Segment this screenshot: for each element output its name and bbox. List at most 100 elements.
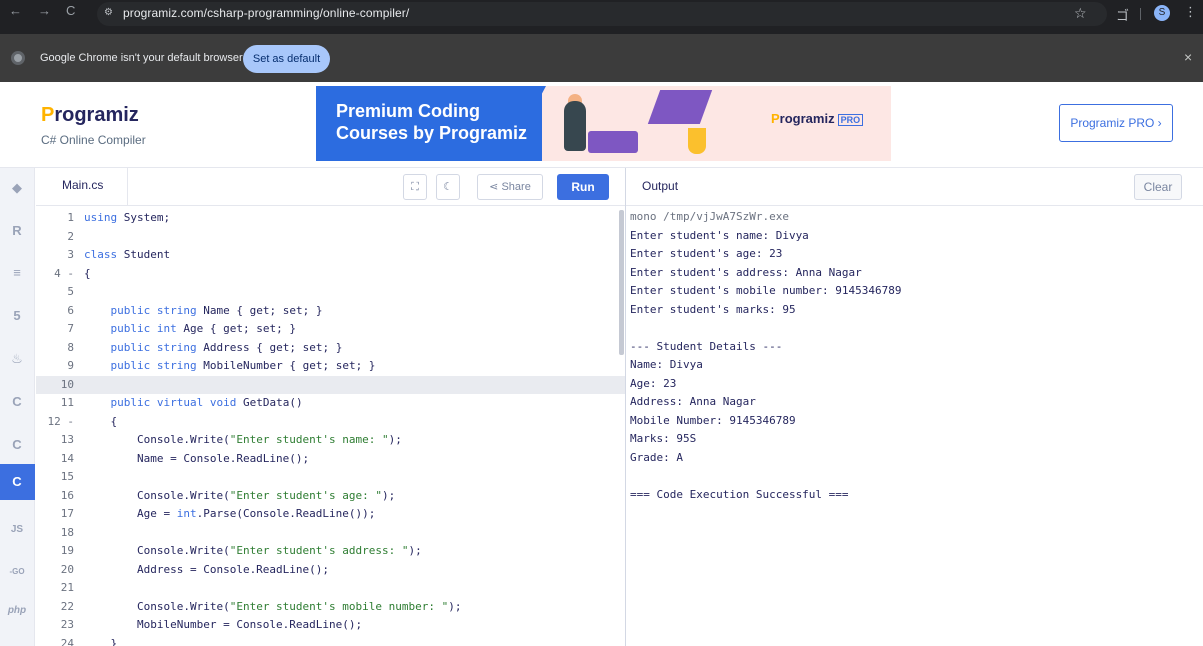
line-number: 21 — [60, 581, 74, 594]
pane-splitter[interactable] — [625, 168, 626, 646]
illustration-books — [588, 131, 638, 153]
extensions-icon[interactable]: ゴ — [1116, 5, 1129, 24]
file-tab-main[interactable]: Main.cs — [36, 168, 128, 206]
code-line[interactable]: 17 Age = int.Parse(Console.ReadLine()); — [36, 505, 625, 524]
sql-icon[interactable]: ≡ — [7, 263, 27, 283]
line-code: public int Age { get; set; } — [110, 322, 296, 335]
html-icon[interactable]: 5 — [7, 306, 27, 326]
browser-menu-icon[interactable]: ⋮ — [1184, 4, 1197, 20]
csharp-icon[interactable]: C — [7, 472, 27, 492]
output-line: Enter student's age: 23 — [630, 247, 783, 260]
line-code: using System; — [84, 211, 171, 224]
cpp-icon[interactable]: C — [7, 435, 27, 455]
code-line[interactable]: 4 - { — [36, 265, 625, 284]
code-line[interactable]: 12 - { — [36, 413, 625, 432]
code-line[interactable]: 21 — [36, 579, 625, 598]
profile-avatar[interactable]: S — [1154, 5, 1170, 21]
go-icon[interactable]: -GO — [7, 562, 27, 582]
line-code: public virtual void GetData() — [110, 396, 303, 409]
banner-title-line2: Courses by Programiz — [336, 123, 528, 143]
set-default-button[interactable]: Set as default — [243, 45, 330, 73]
code-line[interactable]: 15 — [36, 468, 625, 487]
output-line: Enter student's mobile number: 914534678… — [630, 284, 902, 297]
code-line[interactable]: 18 — [36, 524, 625, 543]
code-line[interactable]: 5 — [36, 283, 625, 302]
code-line[interactable]: 24 } — [36, 635, 625, 646]
infobar-message: Google Chrome isn't your default browser — [40, 52, 243, 64]
line-number: 20 — [60, 562, 74, 576]
code-line[interactable]: 3 class Student — [36, 246, 625, 265]
line-code: Name = Console.ReadLine(); — [84, 451, 310, 465]
illustration-person — [564, 101, 586, 151]
promo-banner[interactable]: Premium Coding Courses by Programiz Prog… — [316, 86, 891, 161]
url-text[interactable]: programiz.com/csharp-programming/online-… — [123, 6, 409, 20]
c-icon[interactable]: C — [7, 392, 27, 412]
code-line[interactable]: 19 Console.Write("Enter student's addres… — [36, 542, 625, 561]
php-icon[interactable]: php — [7, 601, 27, 621]
infobar-close-icon[interactable]: × — [1184, 49, 1192, 65]
line-number: 13 — [60, 433, 74, 446]
output-line: Age: 23 — [630, 376, 677, 390]
code-line[interactable]: 7 public int Age { get; set; } — [36, 320, 625, 339]
output-console[interactable]: mono /tmp/vjJwA7SzWr.exe Enter student's … — [630, 207, 1200, 646]
code-line[interactable]: 1 using System; — [36, 209, 625, 228]
illustration-graduation-cap — [647, 90, 713, 124]
code-line[interactable]: 22 Console.Write("Enter student's mobile… — [36, 598, 625, 617]
clear-button[interactable]: Clear — [1134, 174, 1182, 200]
code-line[interactable]: 14 Name = Console.ReadLine(); — [36, 450, 625, 469]
site-info-icon[interactable]: ⚙ — [104, 7, 116, 18]
line-code: class Student — [84, 248, 171, 261]
line-number: 15 — [60, 470, 74, 483]
output-line: === Code Execution Successful === — [630, 487, 849, 501]
line-number: 1 — [67, 211, 74, 224]
line-code: Console.Write("Enter student's name: "); — [84, 433, 402, 446]
line-code: public string Address { get; set; } — [110, 340, 343, 354]
run-button[interactable]: Run — [557, 174, 609, 200]
line-code: public string MobileNumber { get; set; } — [110, 359, 376, 372]
r-icon[interactable]: R — [7, 221, 27, 241]
code-line[interactable]: 16 Console.Write("Enter student's age: "… — [36, 487, 625, 506]
programiz-logo[interactable]: Programiz — [41, 104, 139, 127]
line-number: 6 — [67, 303, 74, 317]
line-number: 2 — [67, 229, 74, 243]
back-icon[interactable]: ← — [9, 3, 22, 18]
code-line[interactable]: 11 public virtual void GetData() — [36, 394, 625, 413]
code-line[interactable]: 2 — [36, 228, 625, 247]
bookmark-star-icon[interactable]: ☆ — [1074, 5, 1087, 22]
forward-icon[interactable]: → — [38, 3, 51, 18]
share-button[interactable]: ⋖ Share — [477, 174, 543, 200]
javascript-icon[interactable]: JS — [7, 520, 27, 540]
code-line[interactable]: 6 public string Name { get; set; } — [36, 302, 625, 321]
code-line[interactable]: 8 public string Address { get; set; } — [36, 339, 625, 358]
output-line: Address: Anna Nagar — [630, 395, 756, 408]
banner-brand: Programiz PRO — [771, 111, 864, 126]
code-editor[interactable]: 1 using System; 2 3 class Student 4 -{5 6 publ… — [36, 207, 625, 646]
code-line[interactable]: 23 MobileNumber = Console.ReadLine(); — [36, 616, 625, 635]
logo-mark: P — [41, 104, 55, 126]
output-line: mono /tmp/vjJwA7SzWr.exe — [630, 210, 789, 223]
line-number: 14 — [60, 451, 74, 465]
python-icon[interactable]: ◆ — [7, 178, 27, 198]
line-number: 3 — [67, 248, 74, 261]
line-number: 22 — [60, 599, 74, 613]
code-line[interactable]: 9 public string MobileNumber { get; set;… — [36, 357, 625, 376]
line-code: Console.Write("Enter student's age: "); — [84, 488, 396, 502]
output-line: --- Student Details --- — [630, 339, 783, 353]
line-number: 5 — [67, 285, 74, 298]
editor-scrollbar[interactable] — [619, 210, 624, 355]
reload-icon[interactable]: C — [66, 3, 75, 18]
code-line[interactable]: 13 Console.Write("Enter student's name: … — [36, 431, 625, 450]
line-code: public string Name { get; set; } — [110, 303, 323, 317]
code-line[interactable]: 20 Address = Console.ReadLine(); — [36, 561, 625, 580]
java-icon[interactable]: ♨ — [7, 349, 27, 369]
share-label: Share — [501, 181, 531, 193]
output-toolbar — [626, 168, 1203, 206]
theme-moon-icon[interactable]: ☾ — [436, 174, 460, 200]
code-line[interactable]: 10 — [36, 375, 625, 394]
programiz-pro-button[interactable]: Programiz PRO › — [1059, 104, 1173, 142]
line-number: 10 — [60, 377, 74, 391]
fullscreen-icon[interactable]: ⛶ — [403, 174, 427, 200]
line-number: 9 — [67, 359, 74, 372]
output-line: Marks: 95S — [630, 432, 697, 445]
output-line: Name: Divya — [630, 358, 703, 371]
